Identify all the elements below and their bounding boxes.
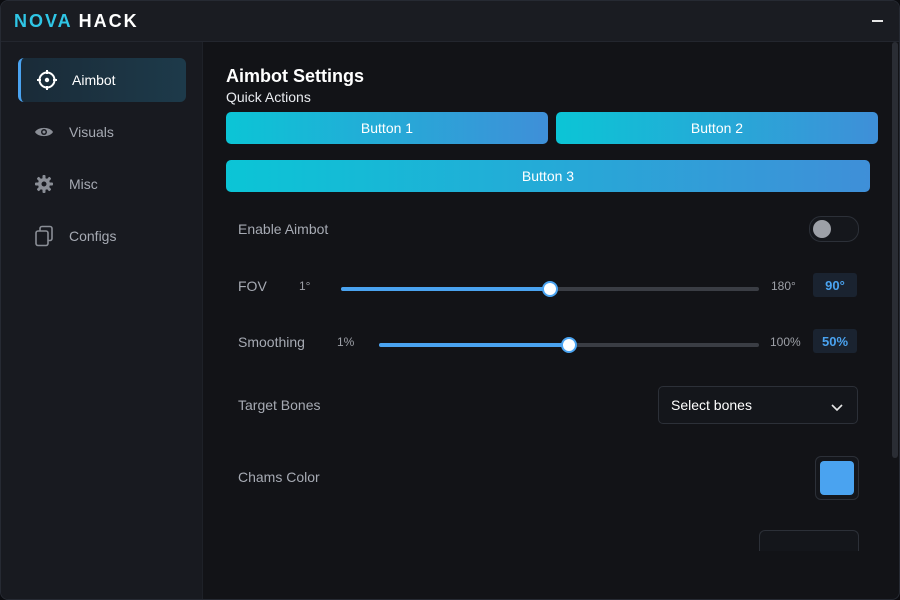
smoothing-min-label: 1% — [337, 335, 355, 349]
fov-max-label: 180° — [771, 279, 796, 293]
crosshair-icon — [36, 69, 58, 91]
smoothing-label: Smoothing — [238, 334, 305, 350]
fov-value: 90° — [813, 273, 857, 297]
fov-min-label: 1° — [299, 279, 311, 293]
fov-slider-fill — [341, 287, 550, 291]
fov-slider[interactable] — [341, 281, 759, 297]
partially-visible-control[interactable] — [759, 530, 859, 551]
fov-label: FOV — [238, 278, 267, 294]
section-subtitle: Quick Actions — [226, 89, 311, 105]
scrollbar[interactable] — [892, 42, 898, 458]
eye-icon — [33, 121, 55, 143]
smoothing-slider-fill — [379, 343, 569, 347]
sidebar-item-aimbot[interactable]: Aimbot — [18, 58, 186, 102]
chams-color-label: Chams Color — [238, 469, 320, 485]
sidebar-item-visuals[interactable]: Visuals — [18, 110, 186, 154]
button-3[interactable]: Button 3 — [226, 160, 870, 192]
select-placeholder: Select bones — [671, 397, 752, 413]
smoothing-value: 50% — [813, 329, 857, 353]
minimize-icon — [872, 20, 883, 22]
target-bones-select[interactable]: Select bones — [658, 386, 858, 424]
chams-color-swatch — [820, 461, 854, 495]
gear-icon — [33, 173, 55, 195]
chams-color-picker[interactable] — [815, 456, 859, 500]
sidebar-item-label: Misc — [69, 176, 98, 192]
app-logo: NOVA HACK — [14, 11, 139, 32]
enable-aimbot-label: Enable Aimbot — [238, 221, 329, 237]
title-bar: NOVA HACK — [1, 1, 899, 42]
fov-slider-thumb[interactable] — [542, 281, 558, 297]
smoothing-slider-thumb[interactable] — [561, 337, 577, 353]
sidebar-item-label: Visuals — [69, 124, 114, 140]
page-title: Aimbot Settings — [226, 66, 364, 86]
sidebar-item-misc[interactable]: Misc — [18, 162, 186, 206]
logo-hack: HACK — [78, 11, 139, 31]
main-panel: Aimbot Settings Quick Actions Button 1 B… — [203, 42, 899, 599]
smoothing-slider[interactable] — [379, 337, 759, 353]
sidebar-item-configs[interactable]: Configs — [18, 214, 186, 258]
copy-icon — [33, 225, 55, 247]
target-bones-label: Target Bones — [238, 397, 321, 413]
button-2[interactable]: Button 2 — [556, 112, 878, 144]
toggle-knob — [813, 220, 831, 238]
enable-aimbot-toggle[interactable] — [809, 216, 859, 242]
chevron-down-icon — [831, 399, 843, 417]
logo-nova: NOVA — [14, 11, 73, 31]
app-window: NOVA HACK Aimbot Visuals Misc Configs Ai… — [0, 0, 900, 600]
sidebar-item-label: Aimbot — [72, 72, 116, 88]
button-1[interactable]: Button 1 — [226, 112, 548, 144]
smoothing-max-label: 100% — [770, 335, 801, 349]
sidebar-item-label: Configs — [69, 228, 117, 244]
sidebar: Aimbot Visuals Misc Configs — [1, 42, 203, 599]
